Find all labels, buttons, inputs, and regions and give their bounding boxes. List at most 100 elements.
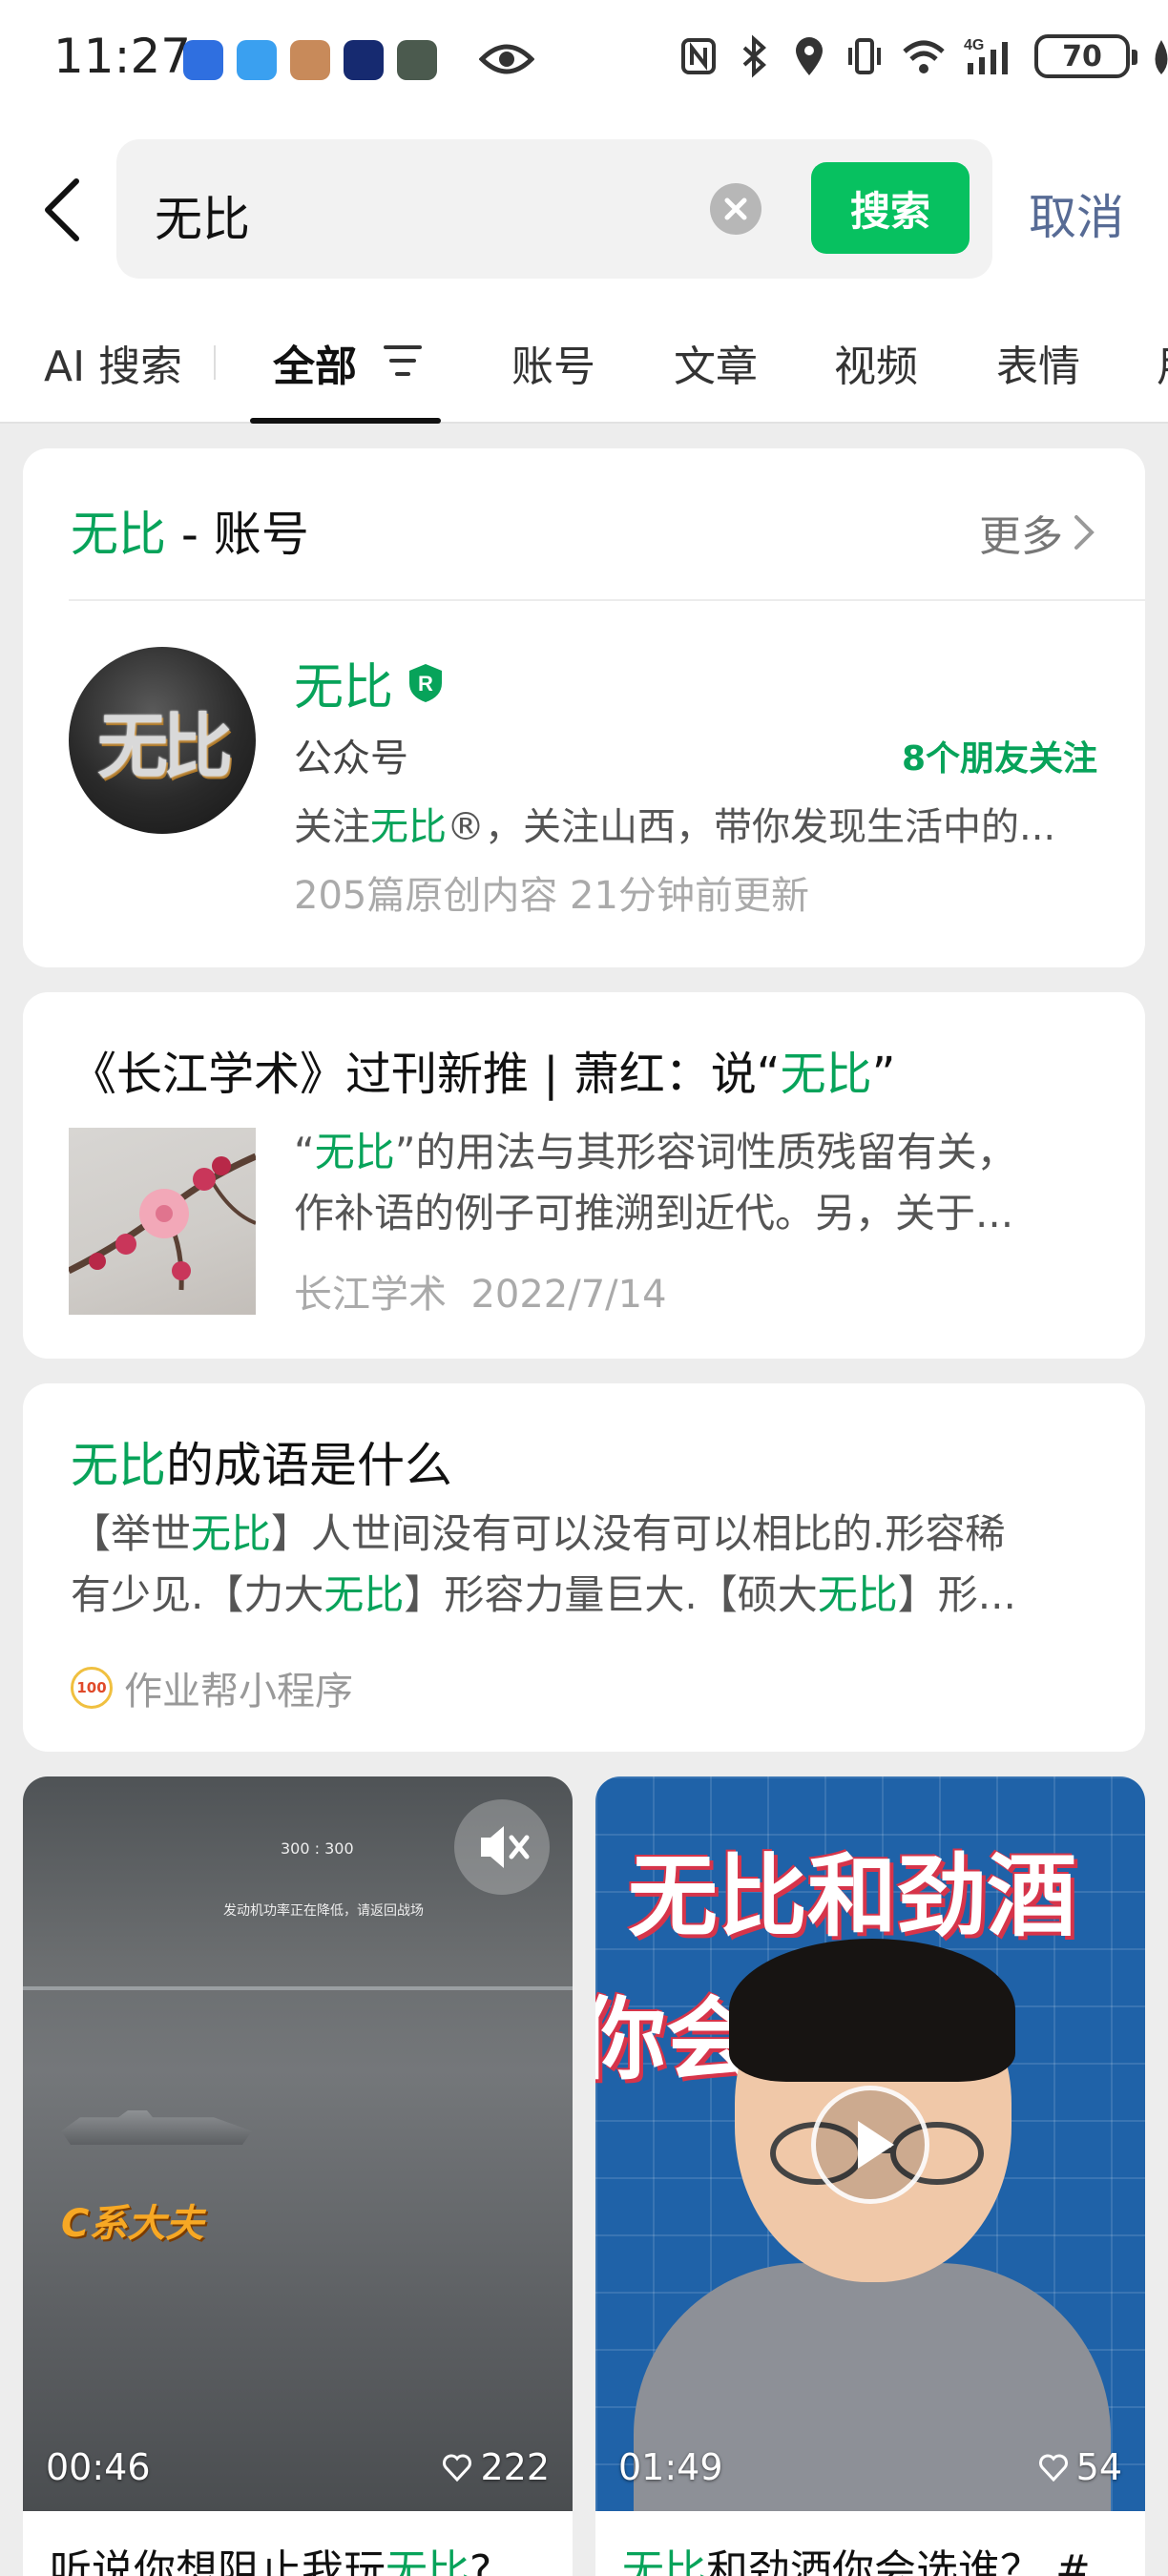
tab-all[interactable]: 全部 (273, 332, 357, 393)
heading-keyword: 无比 (71, 507, 166, 562)
nfc-icon (681, 38, 716, 74)
video-result-2[interactable]: 无比和劲酒 你会 选谁 01:49 54 (595, 1776, 1145, 2511)
video-duration: 00:46 (46, 2446, 151, 2488)
article-title: 《长江学术》过刊新推 | 萧红：说“无比” (71, 1036, 895, 1103)
video-likes: 222 (442, 2446, 550, 2488)
leaf-icon (1155, 40, 1168, 74)
search-button[interactable]: 搜索 (811, 162, 970, 254)
vibrate-icon (848, 38, 881, 74)
location-icon (796, 37, 823, 75)
account-meta: 205篇原创内容 21分钟前更新 (294, 874, 809, 918)
app-icon-photo (290, 40, 330, 80)
search-box[interactable]: 无比 搜索 (116, 139, 992, 279)
app-icon-dark (344, 40, 384, 80)
caption-text: 听说你想阻止我玩 (50, 2546, 386, 2576)
summary-line-2: 作补语的例子可推溯到近代。另，关于... (294, 1190, 1014, 1236)
search-input[interactable]: 无比 (155, 181, 250, 250)
title-prefix: 《长江学术》过刊新推 | 萧红：说“ (71, 1048, 781, 1101)
title-suffix: ” (871, 1048, 896, 1101)
app-icon-weather (237, 40, 277, 80)
cancel-button[interactable]: 取消 (1029, 179, 1124, 248)
hud-notice: 发动机功率正在降低，请返回战场 (223, 1903, 424, 1919)
article-summary: “无比”的用法与其形容词性质残留有关， 作补语的例子可推溯到近代。另，关于... (294, 1122, 1105, 1244)
account-name-text: 无比 (294, 659, 394, 717)
desc-prefix: 关注 (294, 805, 370, 849)
verified-badge-icon: R (409, 663, 443, 702)
keyword: 无比 (323, 1571, 405, 1618)
summary-line-1: “无比”的用法与其形容词性质残留有关， (294, 1122, 1105, 1183)
ship-image (61, 2110, 252, 2145)
tab-stickers[interactable]: 表情 (996, 332, 1080, 393)
eye-icon (479, 44, 534, 74)
clear-search-icon[interactable] (710, 183, 761, 235)
caption-text: ? (469, 2546, 492, 2576)
article-date: 2022/7/14 (470, 1273, 667, 1317)
source-name: 作业帮小程序 (124, 1670, 353, 1714)
article-result-card[interactable]: 《长江学术》过刊新推 | 萧红：说“无比” “无比”的用法与其形容词性质残留有关… (23, 992, 1145, 1359)
svg-text:4G: 4G (964, 37, 984, 53)
text: 【举世 (71, 1510, 192, 1557)
filter-icon[interactable] (382, 342, 424, 380)
keyword: 无比 (817, 1571, 898, 1618)
presenter-hair (729, 1939, 1015, 2082)
article-meta: 长江学术 2022/7/14 (294, 1263, 667, 1319)
account-type: 公众号 (294, 737, 408, 780)
tab-videos[interactable]: 视频 (834, 332, 918, 393)
idiom-line-2: 有少见.【力大无比】形容力量巨大.【硕大无比】形... (71, 1565, 1111, 1626)
video-caption-2[interactable]: 无比和劲酒你会选谁？ # (595, 2511, 1145, 2576)
account-description: 关注无比®，关注山西，带你发现生活中的... (294, 796, 1105, 851)
account-name[interactable]: 无比 R (294, 647, 445, 718)
heart-icon (1038, 2454, 1068, 2482)
desc-suffix: ®，关注山西，带你发现生活中的... (447, 805, 1056, 849)
caption-text: 和劲酒你会选谁？ # (706, 2546, 1091, 2576)
app-icon-blue (183, 40, 223, 80)
notification-app-icons (183, 40, 437, 80)
avatar-logo-text: 无比 (97, 705, 233, 788)
likes-count: 222 (480, 2446, 550, 2488)
tab-more-partial[interactable]: 用 (1157, 332, 1168, 393)
idiom-snippet: 【举世无比】人世间没有可以没有可以相比的.形容稀 有少见.【力大无比】形容力量巨… (71, 1504, 1111, 1626)
battery-icon: 70 (1034, 34, 1137, 78)
video-result-1[interactable]: 300 : 300 发动机功率正在降低，请返回战场 C系大夫 00:46 222 (23, 1776, 573, 2511)
zuoyebang-logo-icon: 100 (71, 1667, 113, 1709)
idiom-title-suffix: 的成语是什么 (166, 1438, 452, 1493)
back-arrow-icon[interactable] (36, 176, 90, 244)
account-result-card: 无比 - 账号 更多 无比 无比 R 公众号 8个朋友关注 关注无比®，关注山西… (23, 448, 1145, 967)
idiom-result-card[interactable]: 无比的成语是什么 【举世无比】人世间没有可以没有可以相比的.形容稀 有少见.【力… (23, 1383, 1145, 1752)
video-overlay-line-1: 无比和劲酒 (628, 1845, 1077, 1949)
caption-keyword: 无比 (622, 2546, 706, 2576)
tab-accounts[interactable]: 账号 (511, 332, 595, 393)
active-tab-indicator (250, 418, 441, 424)
likes-count: 54 (1075, 2446, 1122, 2488)
signal-4g-icon: 4G (964, 37, 1008, 74)
search-category-tabs: AI 搜索 全部 账号 文章 视频 表情 用 (0, 294, 1168, 424)
heading-section-label: - 账号 (166, 507, 309, 562)
title-keyword: 无比 (780, 1048, 872, 1101)
tab-divider (214, 345, 216, 380)
video-caption-1[interactable]: 听说你想阻止我玩无比? (23, 2511, 573, 2576)
chevron-right-icon (1074, 515, 1095, 550)
play-icon[interactable] (811, 2086, 929, 2204)
idiom-source[interactable]: 100 作业帮小程序 (71, 1660, 353, 1715)
video-duration: 01:49 (618, 2446, 723, 2488)
account-section-heading: 无比 - 账号 (71, 496, 309, 565)
tab-ai-search[interactable]: AI 搜索 (44, 332, 182, 393)
mute-icon[interactable] (454, 1799, 550, 1895)
summary-suffix: ”的用法与其形容词性质残留有关， (394, 1129, 1017, 1175)
more-label: 更多 (979, 512, 1063, 561)
idiom-line-1: 【举世无比】人世间没有可以没有可以相比的.形容稀 (71, 1504, 1111, 1565)
hud-score: 300 : 300 (281, 1839, 354, 1858)
idiom-title-keyword: 无比 (71, 1438, 166, 1493)
video-likes: 54 (1038, 2446, 1122, 2488)
summary-prefix: “ (294, 1129, 315, 1175)
text: 】形... (897, 1571, 1016, 1618)
tab-articles[interactable]: 文章 (674, 332, 758, 393)
status-bar: 11:27 4G 70 (0, 0, 1168, 122)
text: 】人世间没有可以没有可以相比的.形容稀 (271, 1510, 1006, 1557)
account-avatar[interactable]: 无比 (69, 647, 256, 834)
keyword: 无比 (191, 1510, 272, 1557)
article-source: 长江学术 (294, 1273, 447, 1317)
more-accounts-link[interactable]: 更多 (979, 502, 1095, 563)
battery-level: 70 (1062, 39, 1102, 73)
text: 】形容力量巨大.【硕大 (404, 1571, 818, 1618)
